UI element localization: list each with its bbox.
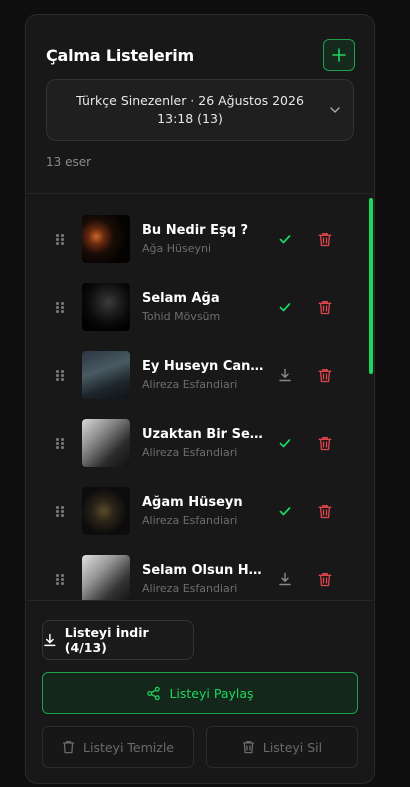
track-cover [82, 215, 130, 263]
share-playlist-label: Listeyi Paylaş [169, 685, 254, 701]
trash-icon [318, 232, 332, 246]
playlist-select-value: Türkçe Sinezenler · 26 Ağustos 2026 13:1… [76, 93, 304, 126]
delete-track-button[interactable] [316, 434, 334, 452]
playlist-select[interactable]: Türkçe Sinezenler · 26 Ağustos 2026 13:1… [46, 79, 354, 141]
track-artist: Alireza Esfandiari [142, 446, 238, 459]
track-artist: Alireza Esfandiari [142, 582, 238, 595]
track-count: 13 eser [46, 155, 92, 169]
drag-handle-icon[interactable] [56, 234, 64, 245]
share-playlist-button[interactable]: Listeyi Paylaş [42, 672, 358, 714]
share-icon [147, 686, 161, 700]
track-list[interactable]: Bu Nedir Eşq ? Ağa Hüseyni Selam Ağa Tohid … [26, 193, 374, 601]
page-title: Çalma Listelerim [46, 45, 194, 65]
scrollbar-thumb[interactable] [369, 198, 373, 374]
track-row[interactable]: Selam Olsun Hüs... Alireza Esfandiari [26, 545, 366, 600]
track-artist: Alireza Esfandiari [142, 378, 238, 391]
check-icon [276, 434, 294, 452]
trash-icon [318, 368, 332, 382]
track-title: Uzaktan Bir Sela... [142, 427, 264, 442]
drag-handle-icon[interactable] [56, 438, 64, 449]
download-icon[interactable] [276, 366, 294, 384]
delete-playlist-button[interactable]: Listeyi Sil [206, 726, 358, 768]
trash-icon [318, 436, 332, 450]
trash-icon [318, 504, 332, 518]
track-cover [82, 283, 130, 331]
track-row[interactable]: Selam Ağa Tohid Mövsüm [26, 273, 366, 341]
trash-icon [63, 740, 75, 754]
check-icon [276, 502, 294, 520]
download-icon [44, 633, 56, 647]
track-row[interactable]: Ey Huseyn Canem Alireza Esfandiari [26, 341, 366, 409]
drag-handle-icon[interactable] [56, 574, 64, 585]
delete-track-button[interactable] [316, 502, 334, 520]
plus-icon [332, 48, 346, 62]
track-title: Selam Ağa [142, 291, 220, 306]
delete-track-button[interactable] [316, 230, 334, 248]
check-icon [276, 298, 294, 316]
clear-playlist-label: Listeyi Temizle [83, 739, 174, 755]
trash-icon [318, 572, 332, 586]
download-playlist-button[interactable]: Listeyi İndir (4/13) [42, 620, 194, 660]
download-playlist-label: Listeyi İndir (4/13) [64, 625, 149, 655]
panel-header: Çalma Listelerim [46, 37, 355, 73]
delete-track-button[interactable] [316, 366, 334, 384]
track-artist: Ağa Hüseyni [142, 242, 212, 255]
delete-playlist-label: Listeyi Sil [262, 739, 323, 755]
track-cover [82, 351, 130, 399]
track-title: Selam Olsun Hüs... [142, 563, 264, 578]
check-icon [276, 230, 294, 248]
track-row[interactable]: Uzaktan Bir Sela... Alireza Esfandiari [26, 409, 366, 477]
track-cover [82, 555, 130, 600]
trash-icon [242, 740, 254, 754]
download-icon[interactable] [276, 570, 294, 588]
track-row[interactable]: Bu Nedir Eşq ? Ağa Hüseyni [26, 205, 366, 273]
delete-track-button[interactable] [316, 298, 334, 316]
clear-playlist-button[interactable]: Listeyi Temizle [42, 726, 194, 768]
track-cover [82, 487, 130, 535]
trash-icon [318, 300, 332, 314]
track-artist: Tohid Mövsüm [142, 310, 221, 323]
track-artist: Alireza Esfandiari [142, 514, 238, 527]
track-title: Ağam Hüseyn [142, 495, 243, 510]
track-title: Ey Huseyn Canem [142, 359, 264, 374]
track-row[interactable]: Ağam Hüseyn Alireza Esfandiari [26, 477, 366, 545]
chevron-down-icon [317, 106, 353, 114]
drag-handle-icon[interactable] [56, 506, 64, 517]
delete-track-button[interactable] [316, 570, 334, 588]
drag-handle-icon[interactable] [56, 302, 64, 313]
track-title: Bu Nedir Eşq ? [142, 223, 249, 238]
playlists-panel: Çalma Listelerim Türkçe Sinezenler · 26 … [25, 14, 375, 784]
track-cover [82, 419, 130, 467]
drag-handle-icon[interactable] [56, 370, 64, 381]
add-playlist-button[interactable] [323, 39, 355, 71]
